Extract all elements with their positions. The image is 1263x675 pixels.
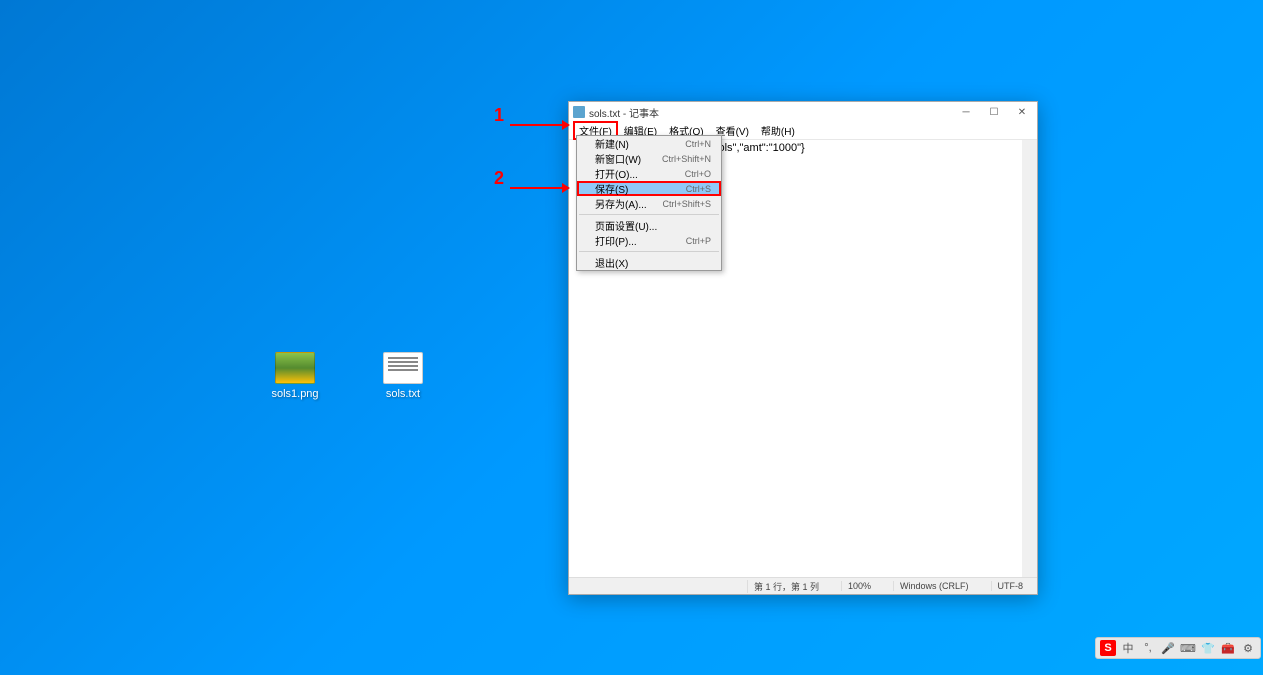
menu-item-label: 打印(P)... bbox=[595, 233, 637, 248]
menu-item-shortcut: Ctrl+P bbox=[686, 236, 711, 246]
window-title: sols.txt - 记事本 bbox=[589, 105, 959, 120]
notepad-icon bbox=[573, 106, 585, 118]
menu-item-label: 新窗口(W) bbox=[595, 151, 641, 166]
text-file-icon bbox=[383, 352, 423, 384]
menu-item-print[interactable]: 打印(P)... Ctrl+P bbox=[577, 233, 721, 248]
statusbar: 第 1 行，第 1 列 100% Windows (CRLF) UTF-8 bbox=[569, 577, 1037, 594]
status-zoom: 100% bbox=[841, 581, 877, 591]
ime-toolbox-icon[interactable]: 🧰 bbox=[1220, 640, 1236, 656]
ime-lang-icon[interactable]: 中 bbox=[1120, 640, 1136, 656]
ime-punct-icon[interactable]: °, bbox=[1140, 640, 1156, 656]
titlebar[interactable]: sols.txt - 记事本 ─ ☐ ✕ bbox=[569, 102, 1037, 122]
menu-item-shortcut: Ctrl+N bbox=[685, 139, 711, 149]
menu-item-new-window[interactable]: 新窗口(W) Ctrl+Shift+N bbox=[577, 151, 721, 166]
image-file-icon bbox=[275, 352, 315, 384]
menu-item-label: 打开(O)... bbox=[595, 166, 638, 181]
annotation-1: 1 bbox=[494, 105, 504, 126]
ime-mic-icon[interactable]: 🎤 bbox=[1160, 640, 1176, 656]
menu-item-label: 退出(X) bbox=[595, 255, 628, 270]
menu-item-shortcut: Ctrl+O bbox=[685, 169, 711, 179]
file-dropdown-menu: 新建(N) Ctrl+N 新窗口(W) Ctrl+Shift+N 打开(O)..… bbox=[576, 135, 722, 271]
desktop-icon-label: sols.txt bbox=[386, 388, 420, 400]
ime-keyboard-icon[interactable]: ⌨ bbox=[1180, 640, 1196, 656]
menu-item-shortcut: Ctrl+S bbox=[686, 184, 711, 194]
menu-item-open[interactable]: 打开(O)... Ctrl+O bbox=[577, 166, 721, 181]
menu-item-page-setup[interactable]: 页面设置(U)... bbox=[577, 218, 721, 233]
menu-item-shortcut: Ctrl+Shift+N bbox=[662, 154, 711, 164]
annotation-2: 2 bbox=[494, 168, 504, 189]
status-lineending: Windows (CRLF) bbox=[893, 581, 975, 591]
menu-item-new[interactable]: 新建(N) Ctrl+N bbox=[577, 136, 721, 151]
desktop-icon-txt[interactable]: sols.txt bbox=[368, 352, 438, 400]
annotation-arrow-1 bbox=[510, 118, 570, 132]
menu-item-shortcut: Ctrl+Shift+S bbox=[662, 199, 711, 209]
vertical-scrollbar[interactable] bbox=[1022, 140, 1037, 577]
close-button[interactable]: ✕ bbox=[1015, 105, 1029, 119]
annotation-arrow-2 bbox=[510, 181, 570, 195]
menu-item-save-as[interactable]: 另存为(A)... Ctrl+Shift+S bbox=[577, 196, 721, 211]
menu-item-label: 新建(N) bbox=[595, 136, 629, 151]
ime-toolbar[interactable]: S 中 °, 🎤 ⌨ 👕 🧰 ⚙ bbox=[1095, 637, 1261, 659]
desktop-icon-label: sols1.png bbox=[271, 388, 318, 400]
minimize-button[interactable]: ─ bbox=[959, 105, 973, 119]
menu-item-label: 保存(S) bbox=[595, 181, 628, 196]
menu-item-exit[interactable]: 退出(X) bbox=[577, 255, 721, 270]
menu-item-label: 页面设置(U)... bbox=[595, 218, 657, 233]
text-content: sols","amt":"1000"} bbox=[713, 142, 805, 154]
ime-settings-icon[interactable]: ⚙ bbox=[1240, 640, 1256, 656]
maximize-button[interactable]: ☐ bbox=[987, 105, 1001, 119]
menu-item-label: 另存为(A)... bbox=[595, 196, 647, 211]
menu-divider bbox=[579, 214, 719, 215]
menu-divider bbox=[579, 251, 719, 252]
menu-item-save[interactable]: 保存(S) Ctrl+S bbox=[577, 181, 721, 196]
ime-skin-icon[interactable]: 👕 bbox=[1200, 640, 1216, 656]
ime-sogou-icon[interactable]: S bbox=[1100, 640, 1116, 656]
menu-help[interactable]: 帮助(H) bbox=[755, 121, 801, 140]
status-encoding: UTF-8 bbox=[991, 581, 1030, 591]
desktop-icon-png[interactable]: sols1.png bbox=[260, 352, 330, 400]
status-position: 第 1 行，第 1 列 bbox=[747, 580, 825, 593]
